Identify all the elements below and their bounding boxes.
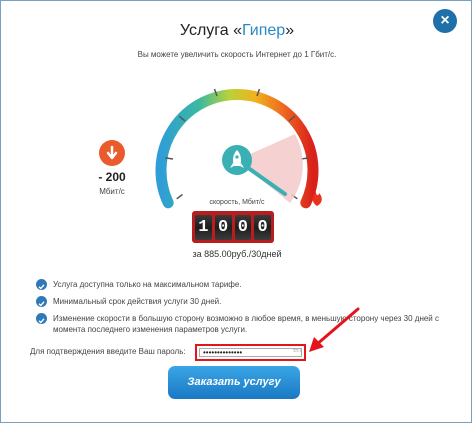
- speed-label: скорость, Мбит/с: [209, 199, 265, 206]
- title-accent: Гипер: [242, 22, 286, 39]
- title-suffix: »: [285, 22, 295, 39]
- feature-text: Изменение скорости в большую сторону воз…: [53, 314, 439, 334]
- dialog-title: Услуга «Гипер»: [0, 22, 474, 40]
- list-item: Изменение скорости в большую сторону воз…: [36, 313, 456, 335]
- keyboard-lang-indicator: en: [293, 347, 301, 354]
- feature-text: Минимальный срок действия услуги 30 дней…: [53, 297, 222, 306]
- password-label: Для подтверждения введите Ваш пароль:: [30, 347, 186, 356]
- arrow-down-icon: [99, 140, 125, 166]
- list-item: Услуга доступна только на максимальном т…: [36, 279, 456, 290]
- password-field[interactable]: ••••••••••••••: [199, 348, 302, 357]
- odometer-digit: 0: [234, 214, 252, 240]
- speed-odometer: 1 0 0 0: [192, 211, 274, 243]
- speed-gauge: [155, 88, 322, 209]
- order-service-button[interactable]: Заказать услугу: [168, 366, 300, 399]
- list-item: Минимальный срок действия услуги 30 дней…: [36, 296, 456, 307]
- feature-text: Услуга доступна только на максимальном т…: [53, 280, 242, 289]
- check-icon: [36, 279, 47, 290]
- odometer-digit: 1: [195, 214, 212, 240]
- password-highlight: •••••••••••••• en: [195, 344, 306, 361]
- check-icon: [36, 296, 47, 307]
- title-prefix: Услуга «: [179, 22, 243, 39]
- dialog-subtitle: Вы можете увеличить скорость Интернет до…: [137, 50, 337, 59]
- odometer-digit: 0: [254, 214, 271, 240]
- feature-list: Услуга доступна только на максимальном т…: [36, 279, 456, 341]
- odometer-digit: 0: [214, 214, 232, 240]
- check-icon: [36, 313, 47, 324]
- speed-delta-value: - 200: [98, 170, 126, 184]
- speed-delta-unit: Мбит/с: [99, 187, 125, 196]
- price-text: за 885.00руб./30дней: [192, 249, 282, 259]
